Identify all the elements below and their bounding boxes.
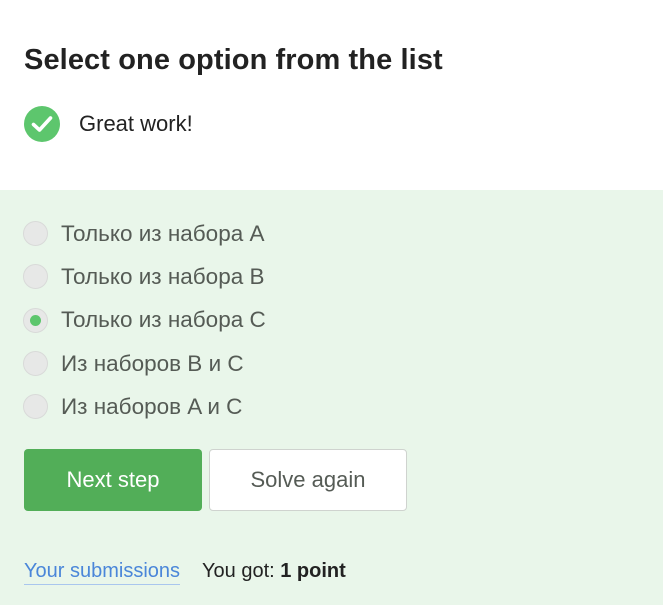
your-submissions-link[interactable]: Your submissions (24, 560, 181, 585)
radio-button[interactable] (23, 221, 48, 247)
option-list: Только из набора A Только из набора B То… (23, 212, 266, 428)
option-label: Только из набора A (61, 220, 265, 246)
radio-button[interactable] (23, 307, 48, 333)
feedback-row: Great work! (24, 106, 193, 142)
page-title: Select one option from the list (24, 44, 443, 76)
option-item[interactable]: Только из набора C (23, 299, 266, 342)
check-circle-icon (24, 106, 60, 142)
radio-button[interactable] (23, 394, 48, 420)
option-item[interactable]: Из наборов B и C (23, 342, 266, 385)
option-label: Только из набора C (61, 307, 266, 333)
next-step-button[interactable]: Next step (24, 449, 202, 511)
score-value: 1 point (280, 560, 346, 582)
step-header: Select one option from the list Great wo… (0, 0, 663, 190)
score-prefix: You got: (202, 560, 281, 582)
feedback-message: Great work! (79, 111, 193, 136)
score-text: You got: 1 point (202, 560, 346, 583)
solve-again-button[interactable]: Solve again (209, 449, 407, 511)
option-item[interactable]: Только из набора A (23, 212, 266, 255)
option-item[interactable]: Только из набора B (23, 255, 266, 298)
radio-button[interactable] (23, 351, 48, 377)
step-page: Select one option from the list Great wo… (0, 0, 663, 605)
option-label: Только из набора B (61, 263, 265, 289)
radio-button[interactable] (23, 264, 48, 290)
submission-footer: Your submissions You got: 1 point (24, 560, 346, 585)
radio-dot (30, 314, 41, 326)
option-label: Из наборов A и C (61, 393, 243, 419)
option-item[interactable]: Из наборов A и C (23, 385, 266, 428)
option-label: Из наборов B и C (61, 350, 244, 376)
quiz-area: Только из набора A Только из набора B То… (0, 190, 663, 605)
